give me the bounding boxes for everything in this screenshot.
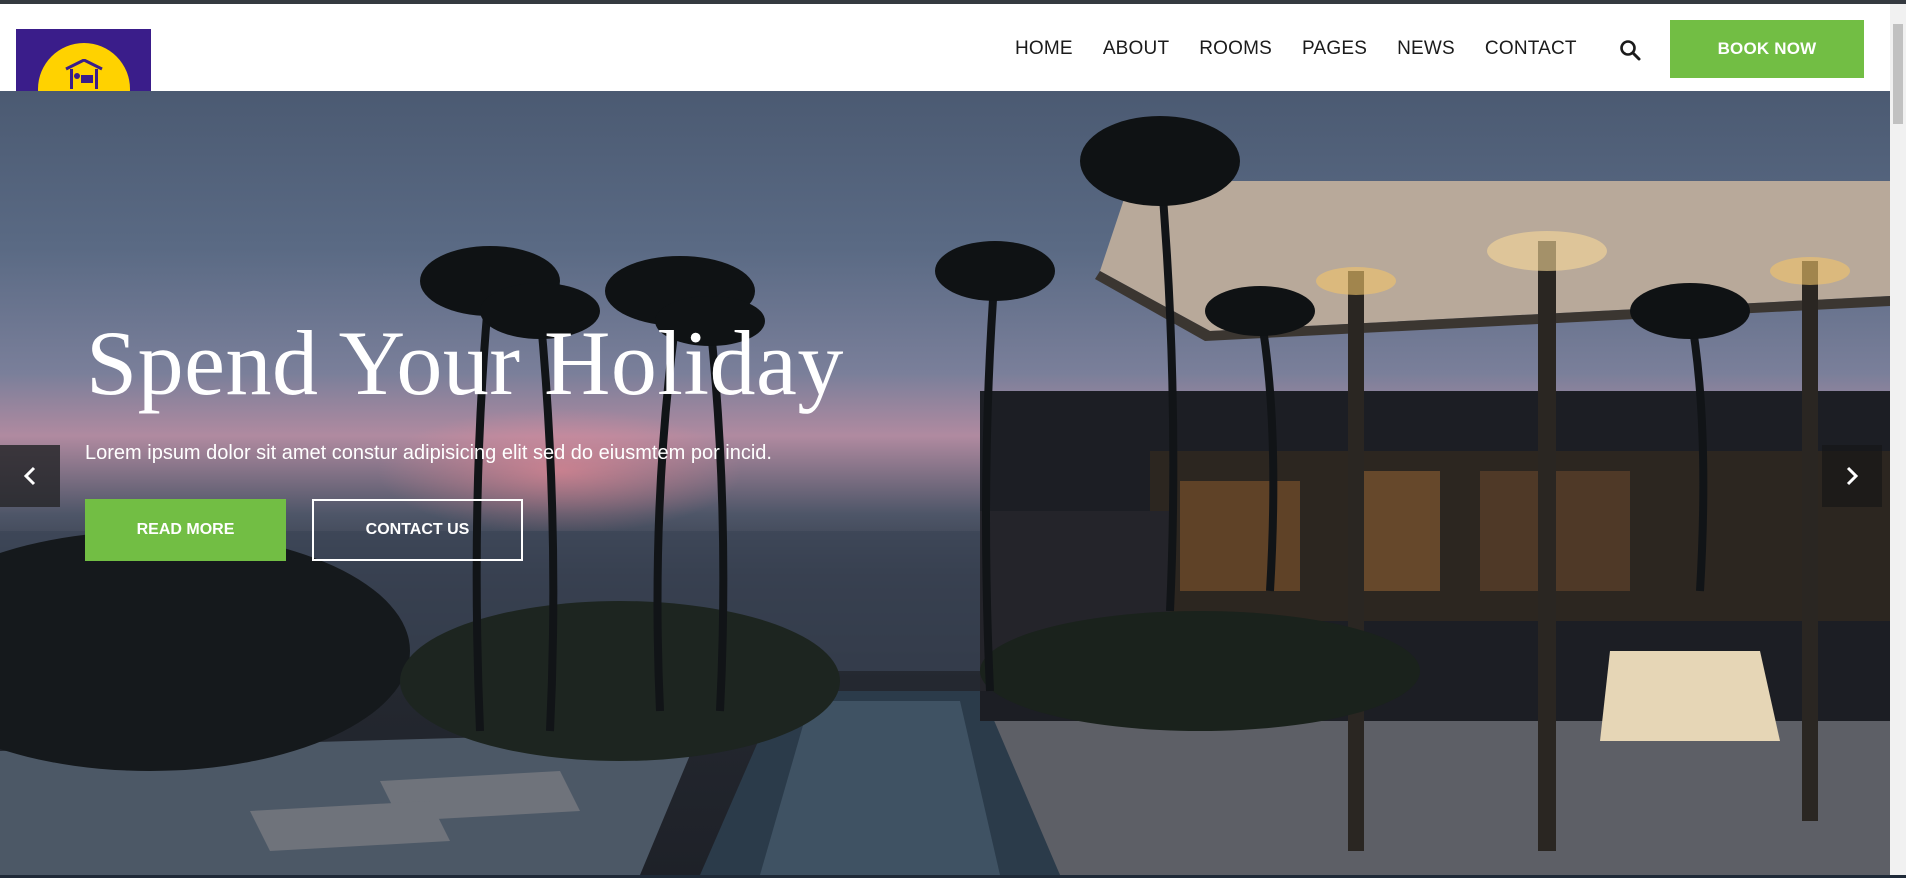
nav-about[interactable]: ABOUT bbox=[1103, 38, 1169, 60]
scrollbar-thumb[interactable] bbox=[1893, 24, 1903, 124]
slider-next-button[interactable] bbox=[1822, 445, 1882, 507]
book-now-button[interactable]: BOOK NOW bbox=[1670, 20, 1864, 78]
hotel-logo-icon bbox=[65, 59, 103, 89]
hero-slider bbox=[0, 91, 1890, 875]
hero-background-scene bbox=[0, 116, 1890, 875]
main-nav: HOME ABOUT ROOMS PAGES NEWS CONTACT bbox=[1015, 38, 1607, 60]
page-scrollbar[interactable] bbox=[1890, 4, 1906, 875]
hero-title: Spend Your Holiday bbox=[86, 312, 844, 414]
site-logo[interactable] bbox=[16, 29, 151, 91]
chevron-left-icon bbox=[23, 466, 36, 486]
slider-prev-button[interactable] bbox=[0, 445, 60, 507]
chevron-right-icon bbox=[1846, 466, 1859, 486]
nav-news[interactable]: NEWS bbox=[1397, 38, 1455, 60]
site-header: HOME ABOUT ROOMS PAGES NEWS CONTACT BOOK… bbox=[0, 4, 1890, 91]
nav-contact[interactable]: CONTACT bbox=[1485, 38, 1577, 60]
contact-us-button[interactable]: CONTACT US bbox=[312, 499, 523, 561]
search-icon[interactable] bbox=[1618, 38, 1642, 62]
nav-pages[interactable]: PAGES bbox=[1302, 38, 1367, 60]
read-more-button[interactable]: READ MORE bbox=[85, 499, 286, 561]
hero-subtitle: Lorem ipsum dolor sit amet constur adipi… bbox=[85, 442, 772, 464]
nav-home[interactable]: HOME bbox=[1015, 38, 1073, 60]
nav-rooms[interactable]: ROOMS bbox=[1199, 38, 1272, 60]
